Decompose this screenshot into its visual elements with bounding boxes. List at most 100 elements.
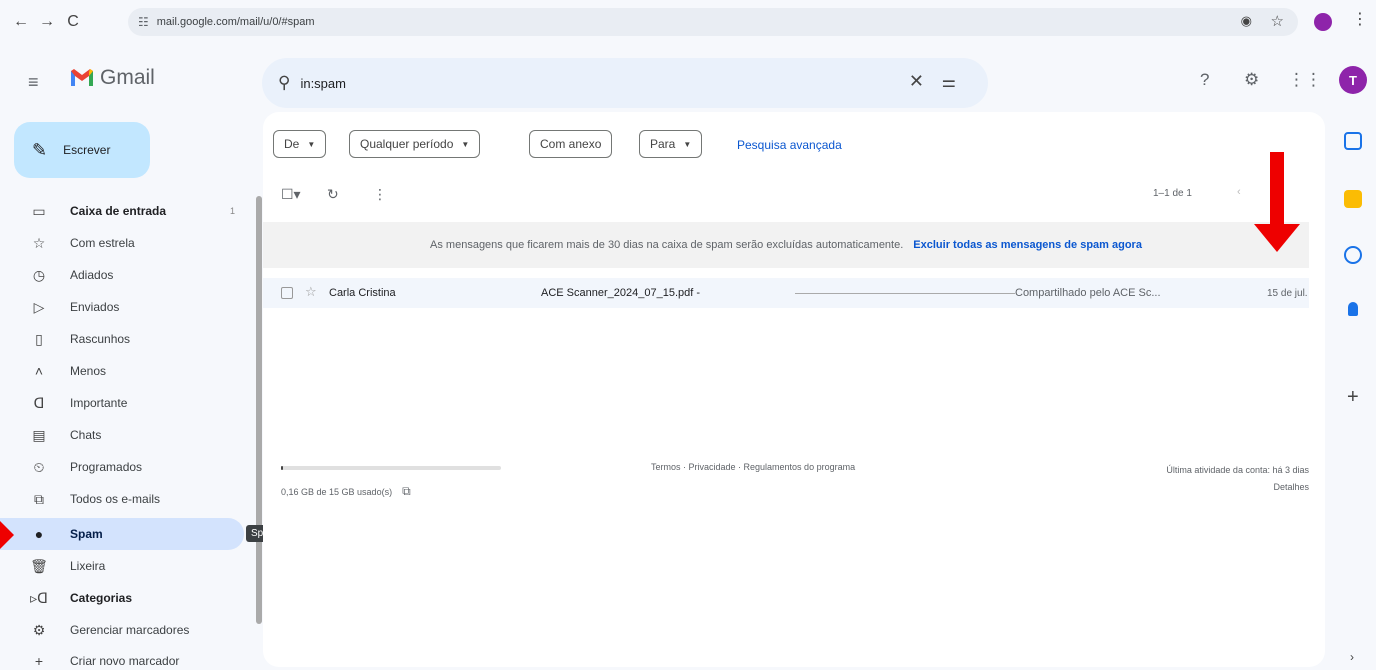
sidebar-item-all-mail[interactable]: ⧉ Todos os e-mails	[0, 483, 244, 515]
filter-from-chip[interactable]: De ▼	[273, 130, 327, 158]
sidebar-item-trash[interactable]: 🗑 Lixeira	[0, 550, 244, 582]
last-activity: Última atividade da conta: há 3 dias Det…	[1099, 462, 1309, 496]
sidebar-scrollbar[interactable]	[256, 196, 262, 624]
draft-icon: ▯	[35, 330, 43, 347]
sidebar-item-scheduled[interactable]: ⏲ Programados	[0, 451, 244, 483]
email-checkbox[interactable]	[281, 287, 293, 299]
dropdown-arrow-icon: ▼	[683, 139, 692, 149]
expand-panel-icon[interactable]: ›	[1350, 650, 1354, 664]
sidebar-item-label: Gerenciar marcadores	[70, 623, 190, 637]
star-icon[interactable]: ☆	[305, 284, 317, 300]
sidebar-item-label: Spam	[70, 527, 103, 541]
sidebar-item-label: Chats	[70, 428, 102, 442]
storage-bar	[281, 466, 501, 470]
prev-page-icon[interactable]: ‹	[1237, 186, 1241, 198]
plus-icon: +	[34, 653, 44, 669]
snippet-divider	[795, 293, 1015, 294]
sidebar-item-label: Lixeira	[70, 559, 106, 573]
clear-search-icon[interactable]: ✕	[909, 71, 924, 92]
label-icon: ▹ᗡ	[30, 589, 48, 606]
send-icon: ▷	[33, 298, 45, 315]
forward-button[interactable]: →	[34, 9, 60, 35]
eye-icon[interactable]: ◉	[1241, 13, 1252, 29]
arrow-head	[1254, 224, 1300, 252]
browser-profile-avatar[interactable]	[1314, 13, 1332, 31]
url-text[interactable]: mail.google.com/mail/u/0/#spam	[157, 16, 315, 28]
sidebar-item-label: Caixa de entrada	[70, 204, 167, 218]
inbox-icon: ▭	[32, 202, 46, 219]
details-link[interactable]: Detalhes	[1099, 479, 1309, 496]
sidebar-item-create-label[interactable]: + Criar novo marcador	[0, 645, 244, 670]
sidebar-item-important[interactable]: ᗡ Importante	[0, 387, 244, 419]
help-icon[interactable]: ?	[1200, 70, 1209, 90]
compose-button[interactable]: ✎ Escrever	[14, 122, 150, 178]
trash-icon: 🗑	[30, 557, 48, 574]
sidebar-item-label: Com estrela	[70, 236, 135, 250]
add-addon-icon[interactable]: +	[1347, 386, 1359, 409]
footer-links[interactable]: Termos · Privacidade · Regulamentos do p…	[651, 462, 855, 472]
sidebar-item-manage-labels[interactable]: ⚙ Gerenciar marcadores	[0, 614, 244, 646]
clock-icon: ◷	[32, 266, 46, 283]
sidebar-item-label: Menos	[70, 364, 107, 378]
storage-info: 0,16 GB de 15 GB usado(s) ⧉	[281, 484, 411, 499]
tasks-icon[interactable]	[1344, 246, 1362, 264]
reload-button[interactable]: C	[60, 9, 86, 35]
compose-label: Escrever	[63, 143, 111, 157]
pencil-icon: ✎	[32, 139, 48, 160]
search-icon[interactable]: ⚲	[278, 73, 290, 93]
red-down-arrow-icon	[1254, 152, 1302, 252]
sidebar-item-chats[interactable]: ▤ Chats	[0, 419, 244, 451]
address-bar[interactable]: ☷ mail.google.com/mail/u/0/#spam ◉ ☆	[128, 8, 1298, 36]
all-mail-icon: ⧉	[34, 490, 44, 507]
main-menu-icon[interactable]: ≡	[28, 72, 39, 93]
search-bar[interactable]: ⚲ in:spam ✕ ⚌	[262, 58, 988, 108]
email-subject: ACE Scanner_2024_07_15.pdf -	[541, 287, 701, 299]
bookmark-star-icon[interactable]: ☆	[1271, 12, 1284, 30]
sidebar-item-starred[interactable]: ☆ Com estrela	[0, 227, 244, 259]
more-options-icon[interactable]: ⋮	[373, 186, 387, 203]
browser-menu-icon[interactable]: ⋮	[1352, 9, 1368, 29]
sidebar-item-spam[interactable]: ● Spam	[0, 518, 244, 550]
sidebar-item-inbox[interactable]: ▭ Caixa de entrada 1	[0, 195, 244, 227]
email-sender: Carla Cristina	[329, 287, 396, 299]
back-button[interactable]: ←	[8, 9, 34, 35]
storage-fill	[281, 466, 284, 470]
settings-gear-icon[interactable]: ⚙	[1244, 70, 1259, 90]
sidebar-item-snoozed[interactable]: ◷ Adiados	[0, 259, 244, 291]
email-snippet: Compartilhado pelo ACE Sc...	[1015, 287, 1161, 299]
gmail-logo[interactable]: Gmail	[70, 66, 155, 90]
refresh-icon[interactable]: ↻	[327, 186, 339, 203]
chip-label: De	[284, 137, 300, 151]
sidebar-item-sent[interactable]: ▷ Enviados	[0, 291, 244, 323]
site-info-icon[interactable]: ☷	[138, 15, 149, 29]
chevron-up-icon: ˄	[34, 363, 44, 379]
chat-icon: ▤	[32, 426, 46, 443]
advanced-search-link[interactable]: Pesquisa avançada	[737, 138, 842, 152]
account-avatar[interactable]: T	[1339, 66, 1367, 94]
chip-label: Para	[650, 137, 676, 151]
search-options-icon[interactable]: ⚌	[942, 72, 956, 92]
open-external-icon[interactable]: ⧉	[402, 484, 411, 499]
sidebar-item-label: Rascunhos	[70, 332, 131, 346]
filter-attachment-chip[interactable]: Com anexo	[529, 130, 613, 158]
sidebar-item-label: Importante	[70, 396, 128, 410]
sidebar-item-label: Adiados	[70, 268, 114, 282]
sidebar-item-categories[interactable]: ▹ᗡ Categorias	[0, 582, 244, 614]
keep-icon[interactable]	[1344, 190, 1362, 208]
filter-period-chip[interactable]: Qualquer período ▼	[349, 130, 481, 158]
last-activity-text: Última atividade da conta: há 3 dias	[1166, 465, 1309, 475]
filter-to-chip[interactable]: Para ▼	[639, 130, 703, 158]
delete-all-spam-link[interactable]: Excluir todas as mensagens de spam agora	[913, 239, 1142, 251]
apps-grid-icon[interactable]: ⋮⋮	[1288, 70, 1322, 90]
chip-label: Com anexo	[540, 137, 602, 151]
dropdown-arrow-icon: ▼	[307, 139, 316, 149]
calendar-icon[interactable]	[1344, 132, 1362, 150]
sidebar-item-label: Criar novo marcador	[70, 654, 180, 668]
sidebar-item-less[interactable]: ˄ Menos	[0, 355, 244, 387]
email-row[interactable]: ☆ Carla Cristina ACE Scanner_2024_07_15.…	[263, 278, 1309, 308]
select-all-checkbox[interactable]: ☐▾	[281, 186, 301, 203]
contacts-icon[interactable]	[1348, 302, 1358, 316]
sidebar-item-drafts[interactable]: ▯ Rascunhos	[0, 323, 244, 355]
search-input[interactable]: in:spam	[300, 76, 346, 91]
gmail-m-icon	[71, 69, 93, 86]
